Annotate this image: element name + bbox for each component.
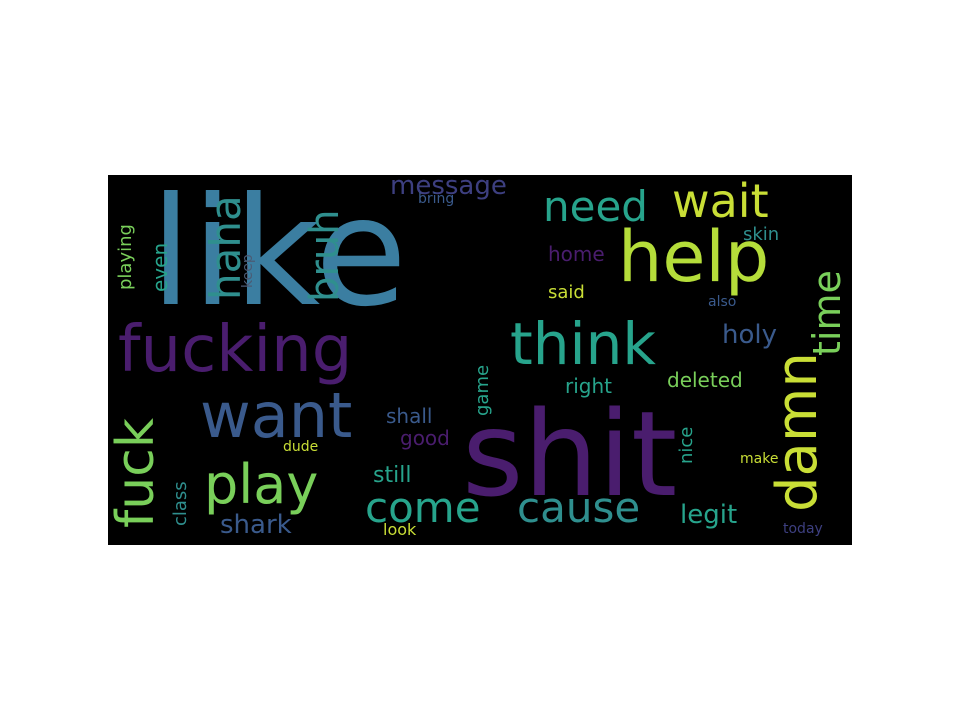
word-fuck: fuck: [108, 418, 166, 528]
word-home: home: [548, 242, 605, 266]
word-class: class: [170, 481, 191, 526]
word-skin: skin: [743, 224, 780, 245]
word-even: even: [148, 242, 172, 292]
word-nice: nice: [676, 426, 697, 464]
word-make: make: [740, 451, 779, 467]
word-need: need: [543, 182, 648, 231]
word-said: said: [548, 282, 585, 303]
word-today: today: [783, 521, 823, 537]
word-playing: playing: [115, 224, 136, 290]
word-good: good: [400, 426, 450, 450]
word-wait: wait: [672, 175, 769, 228]
word-also: also: [708, 294, 737, 310]
word-bring: bring: [418, 191, 455, 207]
word-game: game: [472, 364, 493, 416]
word-like: like: [150, 175, 408, 340]
word-fucking: fucking: [118, 313, 353, 387]
word-cloud: like shit fucking help want think play d…: [108, 175, 852, 545]
word-damn: damn: [765, 352, 830, 512]
word-bruh: bruh: [302, 209, 348, 302]
word-dude: dude: [283, 439, 319, 455]
word-think: think: [510, 310, 656, 378]
word-keep: keep: [240, 254, 256, 288]
word-time: time: [805, 270, 849, 356]
word-cause: cause: [517, 483, 641, 532]
word-deleted: deleted: [667, 368, 743, 392]
word-holy: holy: [722, 320, 777, 350]
word-want: want: [200, 379, 353, 452]
word-play: play: [204, 453, 319, 516]
word-right: right: [565, 374, 612, 398]
word-look: look: [383, 520, 417, 539]
word-shall: shall: [386, 404, 433, 428]
word-legit: legit: [680, 500, 738, 530]
word-shark: shark: [220, 510, 292, 540]
word-still: still: [373, 463, 412, 488]
